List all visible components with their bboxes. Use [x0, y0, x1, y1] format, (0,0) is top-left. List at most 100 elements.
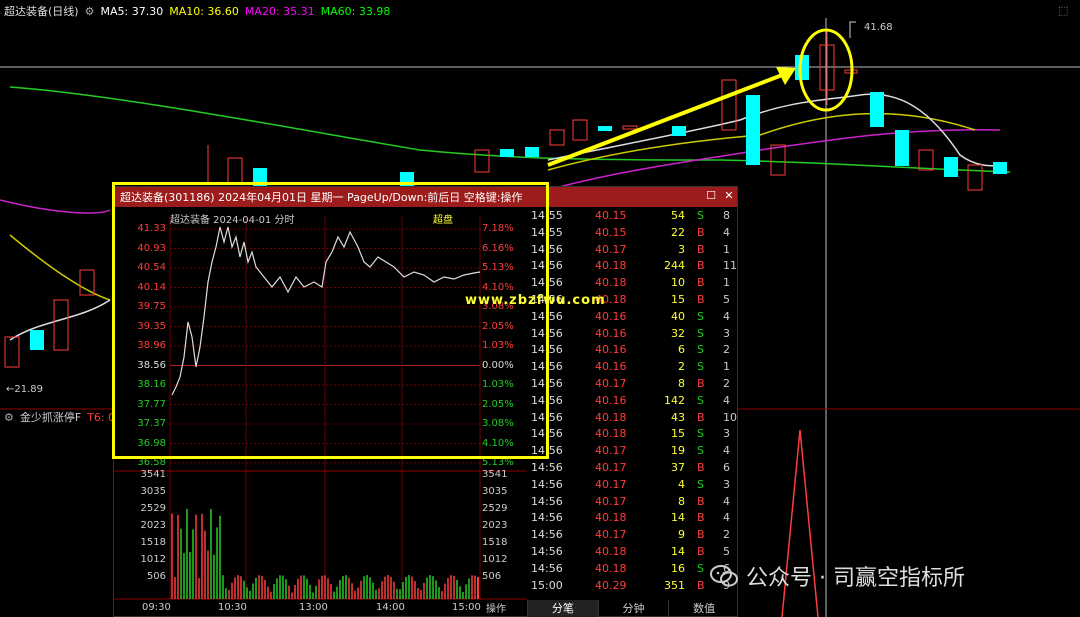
tick-count: 2 [723, 528, 730, 542]
tick-price: 40.17 [595, 494, 627, 508]
tick-time: 15:00 [531, 578, 563, 592]
tick-time: 14:56 [531, 561, 563, 575]
tick-price: 40.17 [595, 477, 627, 491]
tick-price: 40.18 [595, 545, 627, 558]
tick-row: 14:56 40.18 10 B 1 [527, 276, 739, 293]
tick-row: 14:56 40.17 8 B 4 [527, 495, 739, 512]
tick-volume: 8 [678, 377, 685, 390]
tick-side: B [697, 528, 705, 542]
tick-volume: 32 [671, 326, 685, 340]
tick-row: 14:56 40.17 19 S 4 [527, 444, 739, 461]
volume-axis-label-right: 506 [482, 571, 502, 582]
tick-row: 14:56 40.17 4 S 3 [527, 478, 739, 495]
tick-time: 14:56 [531, 511, 563, 525]
tick-price: 40.17 [595, 377, 627, 390]
candle [598, 126, 612, 131]
time-axis-label: 10:30 [218, 602, 247, 613]
tick-volume: 54 [671, 209, 685, 222]
tick-price: 40.18 [595, 259, 627, 273]
tick-time: 14:56 [531, 494, 563, 508]
tick-side: S [697, 561, 704, 575]
tick-tabs: 分笔 分钟 数值 [527, 600, 739, 617]
tick-count: 4 [723, 225, 730, 239]
tick-side: B [697, 511, 705, 525]
tick-price: 40.29 [595, 578, 627, 592]
tick-side: B [697, 242, 705, 256]
tick-volume: 9 [678, 528, 685, 542]
tick-count: 5 [723, 293, 730, 306]
tick-row: 14:55 40.15 22 B 4 [527, 226, 739, 243]
tick-list[interactable]: 14:55 40.15 54 S 8 14:55 40.15 22 B 4 14:56 40.17 3 B… [527, 209, 739, 594]
tick-side: B [697, 578, 705, 592]
tick-volume: 3 [678, 242, 685, 256]
expand-icon[interactable]: ⬚ [1058, 4, 1068, 17]
tick-count: 2 [723, 377, 730, 390]
candle [918, 149, 934, 171]
indicator-settings-icon[interactable]: ⚙ [4, 411, 14, 424]
tick-volume: 6 [678, 343, 685, 357]
tick-row: 14:56 40.18 15 S 3 [527, 427, 739, 444]
high-price-pointer [849, 21, 856, 38]
ma10-label: MA10: 36.60 [169, 4, 239, 18]
maximize-icon[interactable]: ☐ [704, 189, 718, 203]
ops-button[interactable]: 操作 [486, 600, 506, 615]
tick-side: S [697, 477, 704, 491]
tick-price: 40.16 [595, 309, 627, 323]
wechat-icon [710, 565, 738, 587]
tick-count: 4 [723, 309, 730, 323]
tick-row: 14:56 40.16 142 S 4 [527, 394, 739, 411]
tick-row: 14:56 40.18 43 B 10 [527, 411, 739, 428]
tick-side: B [697, 545, 705, 558]
low-price-label: ←21.89 [6, 384, 44, 395]
tick-time: 14:56 [531, 545, 563, 558]
volume-axis-label: 506 [146, 571, 166, 582]
time-axis-label: 14:00 [376, 602, 405, 613]
tick-price: 40.15 [595, 225, 627, 239]
tick-time: 14:56 [531, 461, 563, 474]
time-axis-label: 15:00 [452, 602, 481, 613]
tick-side: S [697, 209, 704, 222]
volume-axis-label: 2529 [140, 503, 166, 514]
candle [622, 125, 638, 130]
tick-side: B [697, 225, 705, 239]
tick-count: 3 [723, 477, 730, 491]
period-label: (日线) [48, 5, 79, 18]
candle [79, 269, 95, 296]
tab-values[interactable]: 数值 [668, 600, 739, 617]
settings-gear-icon[interactable]: ⚙ [85, 5, 95, 18]
tab-minutes[interactable]: 分钟 [597, 600, 669, 617]
ma60-label: MA60: 33.98 [320, 4, 391, 18]
tick-time: 14:56 [531, 477, 563, 491]
volume-axis-label: 1518 [140, 537, 166, 548]
ma20-label: MA20: 35.31 [244, 4, 315, 18]
tick-count: 11 [723, 259, 737, 273]
tick-side: S [697, 360, 704, 374]
tick-volume: 43 [671, 410, 685, 424]
tick-side: B [697, 410, 705, 424]
high-price-label: 41.68 [864, 22, 893, 33]
tick-row: 14:56 40.17 8 B 2 [527, 377, 739, 394]
tab-ticks[interactable]: 分笔 [527, 600, 598, 617]
close-icon[interactable]: ✕ [722, 189, 736, 203]
tick-count: 3 [723, 326, 730, 340]
tick-side: B [697, 276, 705, 290]
tick-volume: 37 [671, 461, 685, 474]
tick-volume: 351 [664, 578, 685, 592]
tick-volume: 14 [671, 545, 685, 558]
tick-count: 6 [723, 461, 730, 474]
volume-axis-label-right: 2023 [482, 520, 508, 531]
wechat-watermark: 公众号 · 司赢空指标所 [710, 560, 965, 592]
tick-price: 40.17 [595, 444, 627, 458]
tick-row: 14:55 40.15 54 S 8 [527, 209, 739, 226]
wechat-label: 公众号 · 司赢空指标所 [746, 566, 965, 591]
tick-price: 40.17 [595, 528, 627, 542]
tick-count: 1 [723, 360, 730, 374]
indicator-legend: ⚙ 金少抓涨停F T6: 0 [0, 409, 115, 425]
tick-volume: 19 [671, 444, 685, 458]
tick-row: 14:56 40.17 37 B 6 [527, 461, 739, 478]
candle [967, 164, 983, 191]
volume-axis-label: 1012 [140, 554, 166, 565]
tick-volume: 15 [671, 293, 685, 306]
candle [746, 95, 760, 165]
tick-row: 14:56 40.16 32 S 3 [527, 327, 739, 344]
